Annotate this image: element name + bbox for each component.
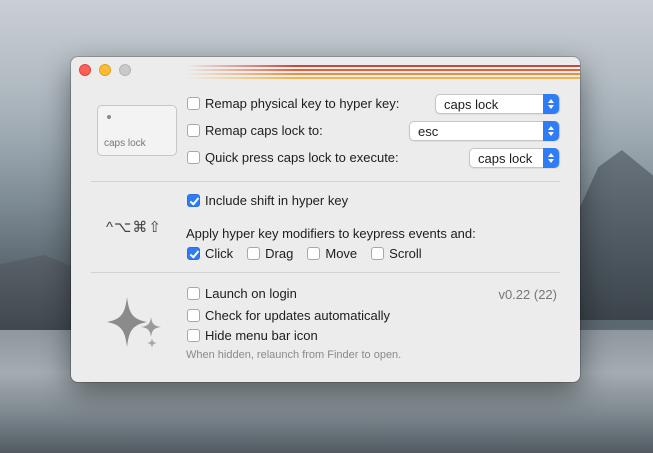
event-option-drag[interactable]: Drag (247, 246, 293, 261)
select-arrows-icon (543, 94, 559, 114)
launch-login-label: Launch on login (205, 286, 297, 301)
event-option-move[interactable]: Move (307, 246, 357, 261)
hide-icon-checkbox[interactable] (187, 329, 200, 342)
event-option-scroll[interactable]: Scroll (371, 246, 422, 261)
quick-press-label: Quick press caps lock to execute: (205, 150, 399, 165)
event-scroll-checkbox[interactable] (371, 247, 385, 260)
brand-stripe (186, 73, 580, 75)
quick-press-select[interactable]: caps lock (469, 148, 560, 168)
check-updates-row[interactable]: Check for updates automatically (187, 308, 390, 323)
quick-press-row[interactable]: Quick press caps lock to execute: (187, 150, 399, 165)
select-arrows-icon (543, 148, 559, 168)
remap-physical-value: caps lock (444, 96, 499, 112)
apply-modifiers-label: Apply hyper key modifiers to keypress ev… (186, 226, 476, 241)
keycap-label: caps lock (104, 138, 146, 149)
app-version: v0.22 (22) (498, 287, 557, 302)
section-divider (91, 272, 560, 273)
include-shift-label: Include shift in hyper key (205, 193, 349, 208)
select-arrows-icon (543, 121, 559, 141)
quick-press-checkbox[interactable] (187, 151, 200, 164)
remap-caps-checkbox[interactable] (187, 124, 200, 137)
launch-login-checkbox[interactable] (187, 287, 200, 300)
brand-stripes (186, 65, 580, 79)
hyperkey-preferences-window: caps lock Remap physical key to hyper ke… (71, 57, 580, 382)
event-scroll-label: Scroll (389, 246, 422, 261)
event-option-click[interactable]: Click (187, 246, 233, 261)
sparkle-icon (107, 297, 161, 348)
quick-press-value: caps lock (478, 150, 533, 166)
check-updates-label: Check for updates automatically (205, 308, 390, 323)
remap-physical-select[interactable]: caps lock (435, 94, 560, 114)
brand-stripe (186, 69, 580, 71)
brand-stripe (186, 77, 580, 79)
titlebar[interactable] (71, 57, 580, 83)
hide-icon-row[interactable]: Hide menu bar icon (187, 328, 318, 343)
include-shift-row[interactable]: Include shift in hyper key (187, 193, 348, 208)
remap-caps-value: esc (418, 123, 439, 139)
brand-stripe (186, 65, 580, 67)
section-divider (91, 181, 560, 182)
background-mountain-right (575, 150, 653, 320)
caps-lock-keycap-icon: caps lock (97, 105, 177, 156)
remap-physical-label: Remap physical key to hyper key: (205, 96, 400, 111)
event-move-checkbox[interactable] (307, 247, 321, 260)
zoom-button (119, 64, 131, 76)
remap-physical-checkbox[interactable] (187, 97, 200, 110)
remap-caps-label: Remap caps lock to: (205, 123, 323, 138)
event-options: Click Drag Move Scroll (187, 246, 422, 261)
caps-lock-indicator-dot (107, 115, 111, 119)
remap-caps-row[interactable]: Remap caps lock to: (187, 123, 323, 138)
event-drag-checkbox[interactable] (247, 247, 261, 260)
event-move-label: Move (325, 246, 358, 261)
modifier-keys-icon: ^⌥⌘⇧ (106, 219, 162, 236)
hide-icon-label: Hide menu bar icon (205, 328, 318, 343)
close-button[interactable] (79, 64, 91, 76)
include-shift-checkbox[interactable] (187, 194, 200, 207)
event-drag-label: Drag (265, 246, 294, 261)
launch-login-row[interactable]: Launch on login (187, 286, 297, 301)
check-updates-checkbox[interactable] (187, 309, 200, 322)
event-click-checkbox[interactable] (187, 247, 200, 260)
remap-caps-select[interactable]: esc (409, 121, 560, 141)
minimize-button[interactable] (99, 64, 111, 76)
event-click-label: Click (205, 246, 234, 261)
hide-icon-hint: When hidden, relaunch from Finder to ope… (186, 349, 402, 361)
remap-physical-row[interactable]: Remap physical key to hyper key: (187, 96, 399, 111)
